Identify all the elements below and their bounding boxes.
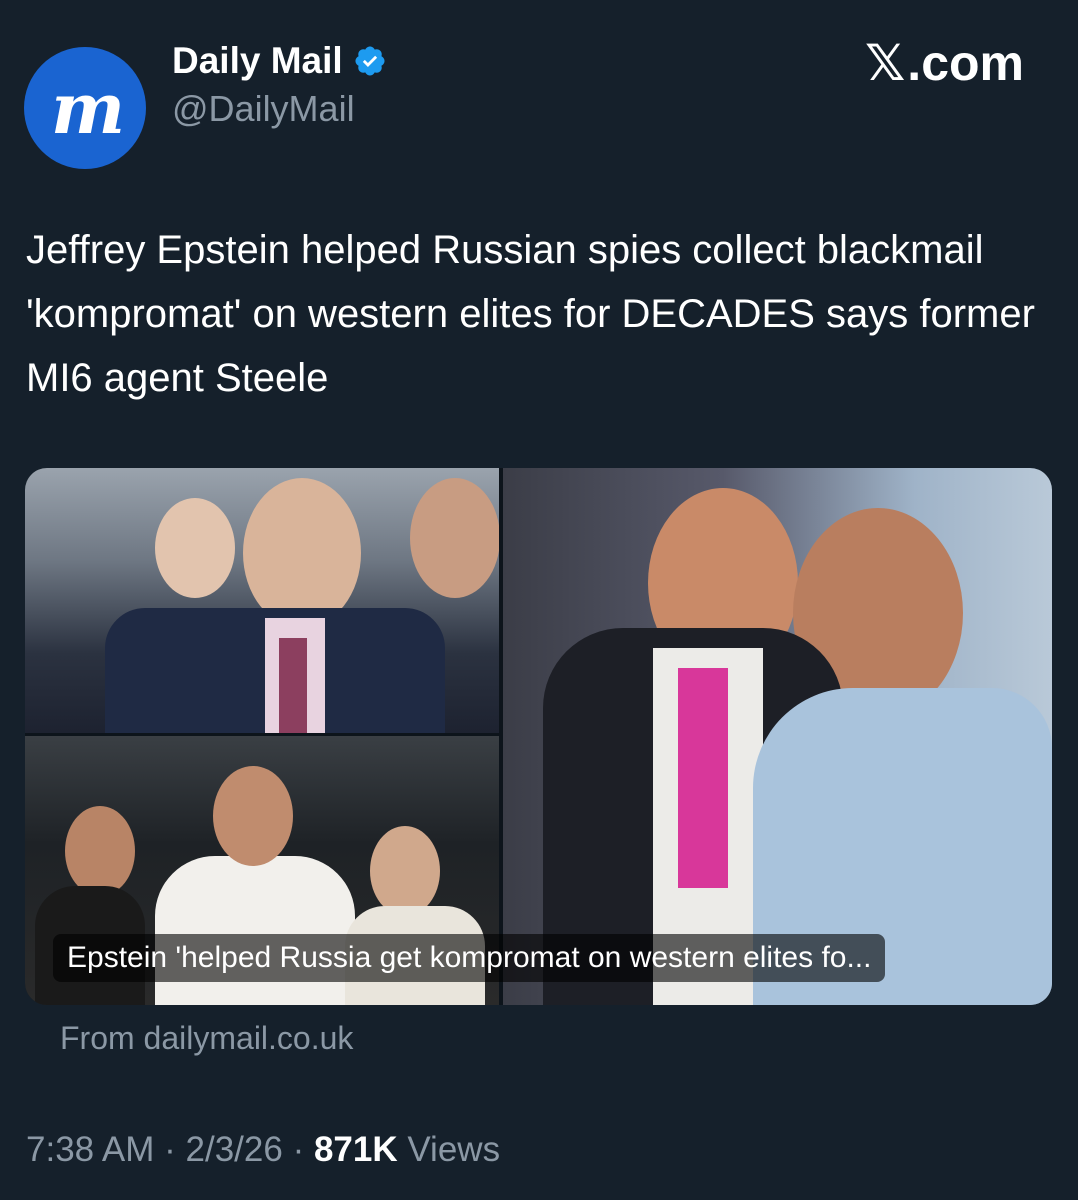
card-source[interactable]: From dailymail.co.uk — [60, 1020, 353, 1057]
views-count: 871K — [313, 1130, 398, 1169]
account-handle[interactable]: @DailyMail — [172, 88, 355, 130]
tweet-text: Jeffrey Epstein helped Russian spies col… — [26, 228, 1035, 400]
account-name[interactable]: Daily Mail — [172, 40, 343, 82]
card-caption: Epstein 'helped Russia get kompromat on … — [53, 934, 886, 982]
views-label: Views — [397, 1130, 501, 1169]
daily-mail-logo: m — [50, 66, 125, 150]
x-com-watermark: 𝕏 .com — [865, 34, 1024, 92]
tweet-metadata: 7:38 AM · 2/3/26 · 871K Views — [26, 1130, 500, 1170]
x-com-text: .com — [907, 35, 1024, 91]
link-card[interactable]: Epstein 'helped Russia get kompromat on … — [25, 468, 1052, 1005]
tweet-time[interactable]: 7:38 AM — [26, 1130, 154, 1169]
card-photo-right — [503, 468, 1052, 1005]
account-name-row: Daily Mail — [172, 40, 387, 82]
x-logo-icon: 𝕏 — [865, 34, 906, 92]
card-photo-top-left — [25, 468, 499, 733]
verified-badge-icon — [355, 46, 385, 76]
avatar[interactable]: m — [24, 47, 146, 169]
tweet-date[interactable]: 2/3/26 — [186, 1130, 283, 1169]
meta-separator: · — [282, 1130, 314, 1169]
meta-separator: · — [154, 1130, 186, 1169]
